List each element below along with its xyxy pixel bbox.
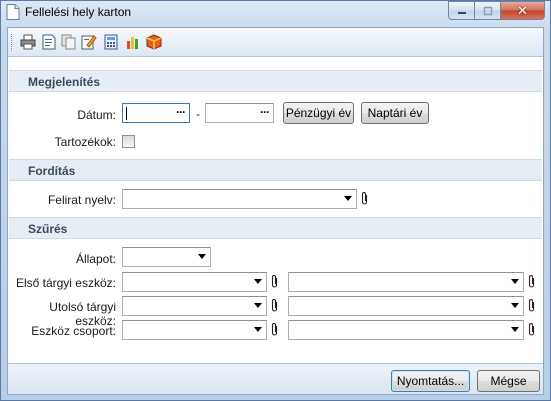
- section-filter-header: Szűrés: [9, 217, 542, 239]
- edit-icon[interactable]: [81, 34, 97, 50]
- text-cursor: [126, 107, 127, 120]
- paperclip-icon[interactable]: [270, 298, 279, 313]
- chevron-down-icon[interactable]: [254, 327, 262, 332]
- status-select[interactable]: [122, 247, 211, 267]
- date-separator: -: [196, 107, 200, 121]
- section-display-title: Megjelenítés: [28, 75, 101, 89]
- first-asset-label: Első tárgyi eszköz:: [15, 276, 116, 290]
- asset-group-label: Eszköz csoport:: [31, 324, 116, 338]
- print-icon[interactable]: [20, 34, 36, 50]
- cancel-button[interactable]: Mégse: [477, 370, 540, 392]
- preview-icon[interactable]: [41, 34, 57, 50]
- toolbar-grip[interactable]: [11, 34, 14, 51]
- asset-group-to-select[interactable]: [288, 320, 524, 340]
- print-button[interactable]: Nyomtatás...: [391, 370, 470, 392]
- date-from-field[interactable]: ···: [122, 103, 190, 123]
- document-icon: [6, 4, 20, 20]
- date-to-picker-button[interactable]: ···: [260, 105, 270, 119]
- accessories-checkbox[interactable]: [122, 135, 135, 148]
- chevron-down-icon[interactable]: [511, 279, 519, 284]
- paperclip-icon[interactable]: [270, 274, 279, 289]
- minimize-icon: [457, 11, 466, 14]
- dialog-client-area: Megjelenítés Dátum: ··· - ··· Pénzügyi é…: [7, 27, 544, 395]
- copy-icon[interactable]: [61, 34, 77, 50]
- chevron-down-icon[interactable]: [511, 303, 519, 308]
- section-filter-title: Szűrés: [28, 222, 68, 236]
- first-asset-from-select[interactable]: [122, 272, 267, 292]
- chevron-down-icon[interactable]: [344, 196, 352, 201]
- close-button[interactable]: ✕: [501, 1, 545, 20]
- status-label: Állapot:: [75, 252, 116, 266]
- section-display-header: Megjelenítés: [9, 70, 542, 92]
- window-title: Fellelési hely karton: [25, 5, 132, 19]
- caption-buttons: ✕: [448, 1, 545, 20]
- chevron-down-icon[interactable]: [511, 327, 519, 332]
- accessories-label: Tartozékok:: [54, 135, 116, 149]
- last-asset-from-select[interactable]: [122, 296, 267, 316]
- caption-language-select[interactable]: [122, 189, 357, 209]
- maximize-button[interactable]: [475, 1, 501, 20]
- date-label: Dátum:: [77, 108, 116, 122]
- section-translation-header: Fordítás: [9, 159, 542, 181]
- first-asset-to-select[interactable]: [288, 272, 524, 292]
- last-asset-to-select[interactable]: [288, 296, 524, 316]
- title-bar[interactable]: Fellelési hely karton ✕: [1, 1, 550, 25]
- chevron-down-icon[interactable]: [254, 279, 262, 284]
- date-to-field[interactable]: ···: [205, 103, 274, 123]
- date-from-picker-button[interactable]: ···: [176, 105, 186, 119]
- calculator-icon[interactable]: [103, 34, 119, 50]
- minimize-button[interactable]: [448, 1, 475, 20]
- paperclip-icon[interactable]: [270, 322, 279, 337]
- calendar-year-button[interactable]: Naptári év: [361, 102, 429, 124]
- dialog-footer: Nyomtatás... Mégse: [8, 363, 543, 394]
- paperclip-icon[interactable]: [527, 322, 536, 337]
- maximize-icon: [483, 6, 492, 15]
- application-window: Fellelési hely karton ✕ Megjelenítés Dát…: [0, 0, 551, 401]
- package-icon[interactable]: [146, 34, 162, 50]
- caption-language-label: Felirat nyelv:: [47, 193, 116, 207]
- paperclip-icon[interactable]: [360, 191, 369, 206]
- toolbar: [8, 28, 543, 57]
- asset-group-from-select[interactable]: [122, 320, 267, 340]
- paperclip-icon[interactable]: [527, 298, 536, 313]
- paperclip-icon[interactable]: [527, 274, 536, 289]
- section-translation-title: Fordítás: [28, 164, 76, 178]
- chevron-down-icon[interactable]: [254, 303, 262, 308]
- chart-icon[interactable]: [125, 34, 141, 50]
- chevron-down-icon[interactable]: [198, 254, 206, 259]
- fiscal-year-button[interactable]: Pénzügyi év: [283, 102, 354, 124]
- close-icon: ✕: [517, 2, 528, 18]
